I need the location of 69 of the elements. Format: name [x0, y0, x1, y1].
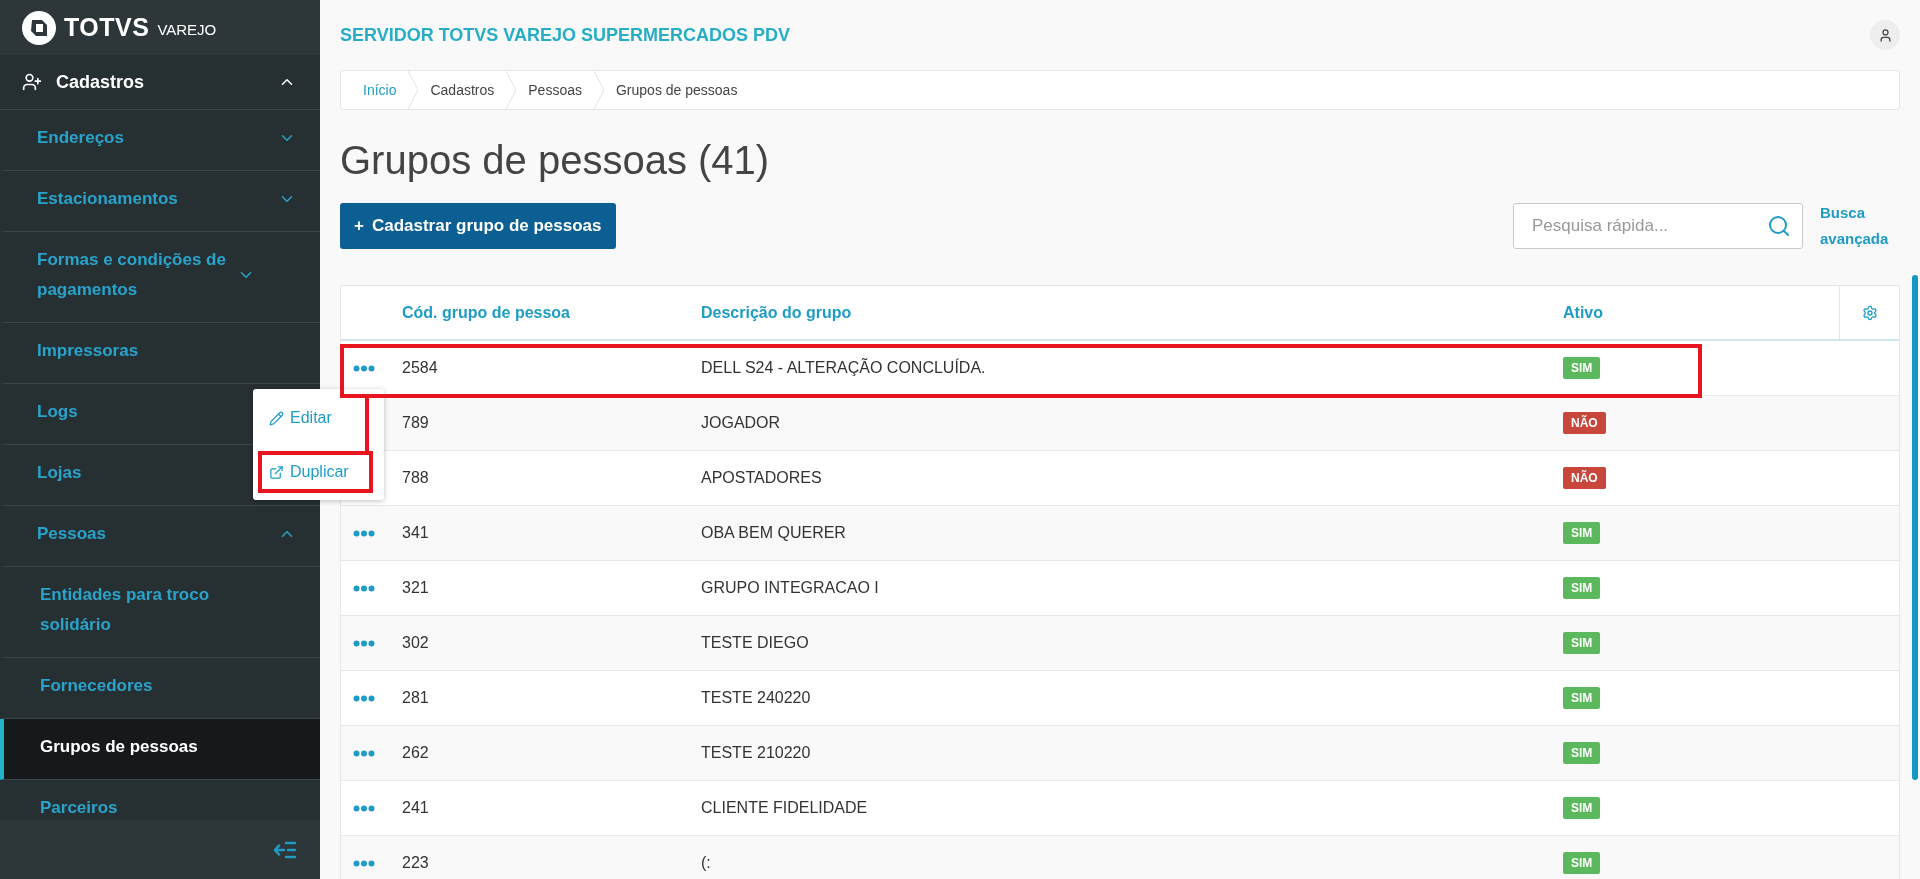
sidebar-item[interactable]: Impressoras: [0, 323, 320, 384]
table-cell-text: DELL S24 - ALTERAÇÃO CONCLUÍDA.: [701, 359, 987, 377]
scrollbar[interactable]: [1912, 275, 1918, 780]
table-cell-text: CLIENTE FIDELIDADE: [701, 799, 869, 817]
column-header[interactable]: Cód. grupo de pessoa: [402, 303, 701, 322]
table-cell-text: OBA BEM QUERER: [701, 524, 847, 542]
user-avatar[interactable]: [1870, 20, 1900, 50]
page-title: Grupos de pessoas (41): [340, 137, 771, 184]
sidebar-item[interactable]: Formas e condições de pagamentos: [0, 232, 320, 323]
table-cell-text: 341: [402, 524, 430, 542]
user-add-icon: [22, 72, 42, 92]
table-cell-text: APOSTADORES: [701, 469, 823, 487]
status-badge: SIM: [1563, 577, 1601, 599]
table-cell-text: 321: [402, 579, 430, 597]
sidebar-item[interactable]: Grupos de pessoas: [0, 719, 320, 780]
more-actions-button[interactable]: [353, 804, 375, 812]
server-title: SERVIDOR TOTVS VAREJO SUPERMERCADOS PDV: [340, 24, 791, 46]
status-badge: NÃO: [1563, 467, 1606, 489]
add-group-button[interactable]: + Cadastrar grupo de pessoas: [340, 203, 616, 249]
breadcrumb-link[interactable]: Pessoas: [516, 82, 594, 98]
more-actions-button[interactable]: [353, 639, 375, 647]
status-badge: SIM: [1563, 632, 1601, 654]
sidebar-item[interactable]: Estacionamentos: [0, 171, 320, 232]
settings-icon[interactable]: [1861, 304, 1878, 321]
search-field[interactable]: Pesquisa rápida...: [1513, 203, 1803, 249]
table-cell-text: 262: [402, 744, 430, 762]
breadcrumb-link[interactable]: Cadastros: [418, 82, 507, 98]
external-link-icon: [269, 464, 284, 480]
table-cell-text: 302: [402, 634, 430, 652]
logo-icon: [22, 10, 56, 45]
sidebar-item[interactable]: Endereços: [0, 110, 320, 171]
status-badge: SIM: [1563, 687, 1601, 709]
table-cell-text: 281: [402, 689, 430, 707]
table-cell-text: TESTE DIEGO: [701, 634, 810, 652]
status-badge: SIM: [1563, 797, 1601, 819]
sidebar-item[interactable]: Pessoas: [0, 506, 320, 567]
table-cell-text: GRUPO INTEGRACAO I: [701, 579, 880, 597]
more-actions-button[interactable]: [353, 694, 375, 702]
table-cell-text: 2584: [402, 359, 439, 377]
table-cell-text: 788: [402, 469, 430, 487]
more-actions-button[interactable]: [353, 859, 375, 867]
collapse-menu-icon[interactable]: [274, 840, 296, 859]
table-cell-text: JOGADOR: [701, 414, 782, 432]
sidebar-item[interactable]: Entidades para troco solidário: [0, 567, 320, 658]
table-cell-text: TESTE 210220: [701, 744, 812, 762]
more-actions-button[interactable]: [353, 584, 375, 592]
product-name: VAREJO: [157, 21, 217, 38]
more-actions-button[interactable]: [353, 364, 375, 372]
status-badge: SIM: [1563, 852, 1601, 874]
column-header[interactable]: Descrição do grupo: [701, 303, 1563, 322]
more-actions-button[interactable]: [353, 749, 375, 757]
table-cell-text: 241: [402, 799, 430, 817]
table-cell-text: 223: [402, 854, 430, 872]
table-cell-text: 789: [402, 414, 430, 432]
status-badge: SIM: [1563, 522, 1601, 544]
table-cell-text: TESTE 240220: [701, 689, 812, 707]
status-badge: SIM: [1563, 357, 1601, 379]
brand-name: TOTVS: [64, 13, 150, 42]
more-actions-button[interactable]: [353, 529, 375, 537]
search-icon[interactable]: [1767, 214, 1791, 238]
sidebar-section[interactable]: Cadastros: [0, 55, 320, 110]
pencil-icon: [269, 410, 284, 426]
breadcrumb-link[interactable]: Início: [351, 82, 409, 98]
breadcrumb-link[interactable]: Grupos de pessoas: [604, 82, 750, 98]
status-badge: NÃO: [1563, 412, 1606, 434]
advanced-search-link[interactable]: Busca avançada: [1820, 200, 1900, 252]
status-badge: SIM: [1563, 742, 1601, 764]
column-header[interactable]: Ativo: [1563, 303, 1839, 322]
table-cell-text: (:: [701, 854, 712, 872]
